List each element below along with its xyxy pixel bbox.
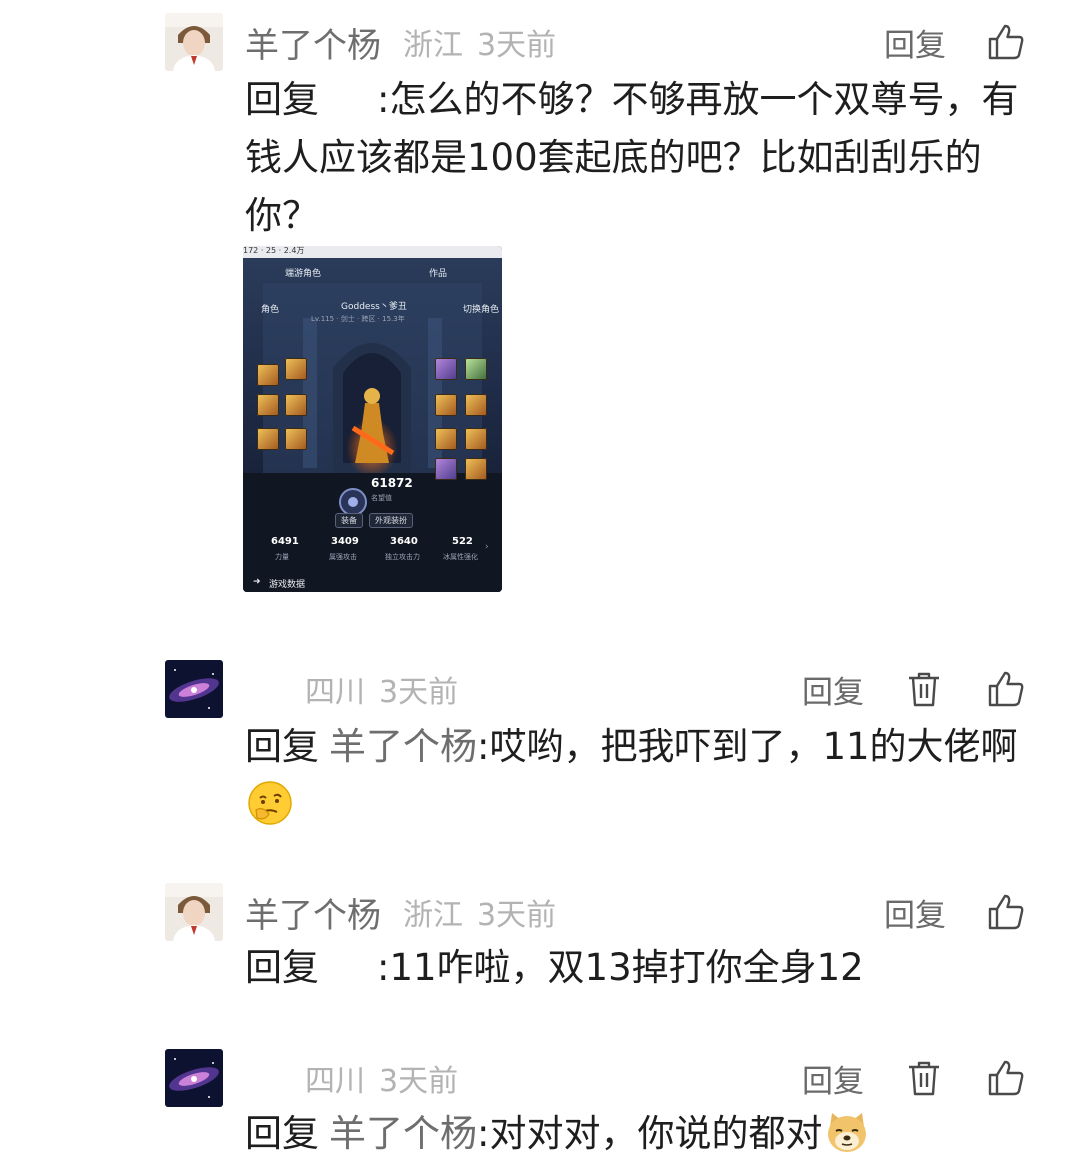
- character-name: Goddess丶爹丑: [341, 302, 407, 312]
- stat-label: 冰属性强化: [443, 553, 478, 561]
- user-avatar-2[interactable]: [165, 1049, 223, 1107]
- stat-label: 独立攻击力: [385, 553, 420, 561]
- stat-label: 力量: [275, 553, 289, 561]
- user-avatar-1[interactable]: [165, 13, 223, 71]
- thumbs-up-icon[interactable]: [986, 22, 1026, 62]
- reply-button[interactable]: 回复: [884, 20, 946, 65]
- attached-screenshot[interactable]: 172 · 25 · 2.4万 端游角色 作品 角色 切换角色 Goddess丶…: [243, 246, 502, 592]
- reply-prefix: 回复: [245, 946, 319, 989]
- appearance-tab: 外观装扮: [369, 513, 413, 528]
- reply-button[interactable]: 回复: [884, 890, 946, 935]
- reply-target[interactable]: 羊了个杨: [329, 1112, 477, 1155]
- stat-label: 属强攻击: [329, 553, 357, 561]
- arrow-icon: ➜: [253, 577, 261, 587]
- reply-prefix: 回复: [245, 725, 319, 768]
- header-right: 作品: [429, 269, 448, 279]
- thumbs-up-icon[interactable]: [986, 1058, 1026, 1098]
- reply-button[interactable]: 回复: [802, 1056, 864, 1101]
- location: 四川: [305, 1064, 365, 1099]
- screenshot-top-strip: 172 · 25 · 2.4万: [243, 246, 502, 258]
- user-avatar-1[interactable]: [165, 883, 223, 941]
- header-left: 端游角色: [285, 269, 322, 279]
- thinking-face-emoji: [247, 780, 293, 826]
- doge-emoji: [824, 1109, 870, 1155]
- stat-value: 3640: [390, 536, 418, 547]
- comment-text: :哎哟，把我吓到了，11的大佬啊: [477, 725, 1018, 768]
- user-avatar-2[interactable]: [165, 660, 223, 718]
- timestamp: 3天前: [477, 28, 557, 63]
- location: 四川: [305, 675, 365, 710]
- stat-value: 522: [452, 536, 473, 547]
- trash-icon[interactable]: [904, 1058, 944, 1098]
- comment-text: :对对对，你说的都对: [477, 1112, 823, 1155]
- switch-role-button: 切换角色: [463, 305, 500, 315]
- location: 浙江: [403, 28, 463, 63]
- game-data-link: 游戏数据: [269, 580, 306, 590]
- thumbs-up-icon[interactable]: [986, 892, 1026, 932]
- reply-target[interactable]: 羊了个杨: [329, 725, 477, 768]
- thumbs-up-icon[interactable]: [986, 669, 1026, 709]
- trash-icon[interactable]: [904, 669, 944, 709]
- stat-value: 6491: [271, 536, 299, 547]
- stat-value: 3409: [331, 536, 359, 547]
- username[interactable]: 羊了个杨: [245, 18, 381, 67]
- comment-body: 回复 :11咋啦，双13掉打你全身12: [245, 939, 1025, 997]
- comment-body: 回复 羊了个杨:对对对，你说的都对: [245, 1105, 1025, 1163]
- equip-tab: 装备: [335, 513, 363, 528]
- score-value: 61872: [371, 476, 413, 490]
- timestamp: 3天前: [379, 1064, 459, 1099]
- comment-text: :怎么的不够？不够再放一个双尊号，有钱人应该都是100套起底的吧？比如刮刮乐的你…: [245, 78, 1019, 237]
- comment-text: :11咋啦，双13掉打你全身12: [377, 946, 864, 989]
- comment-body: 回复:怎么的不够？不够再放一个双尊号，有钱人应该都是100套起底的吧？比如刮刮乐…: [245, 71, 1025, 245]
- comment-body: 回复 羊了个杨:哎哟，把我吓到了，11的大佬啊: [245, 718, 1025, 834]
- reply-prefix: 回复: [245, 78, 319, 121]
- reply-prefix: 回复: [245, 1112, 319, 1155]
- chevron-right-icon: ›: [485, 542, 489, 552]
- timestamp: 3天前: [379, 675, 459, 710]
- timestamp: 3天前: [477, 898, 557, 933]
- reply-button[interactable]: 回复: [802, 667, 864, 712]
- character-subtitle: Lv.115 · 剑士 · 跨区 · 15.3年: [311, 315, 405, 323]
- role-button: 角色: [261, 305, 280, 315]
- score-label: 名望值: [371, 494, 392, 502]
- username[interactable]: 羊了个杨: [245, 888, 381, 937]
- location: 浙江: [403, 898, 463, 933]
